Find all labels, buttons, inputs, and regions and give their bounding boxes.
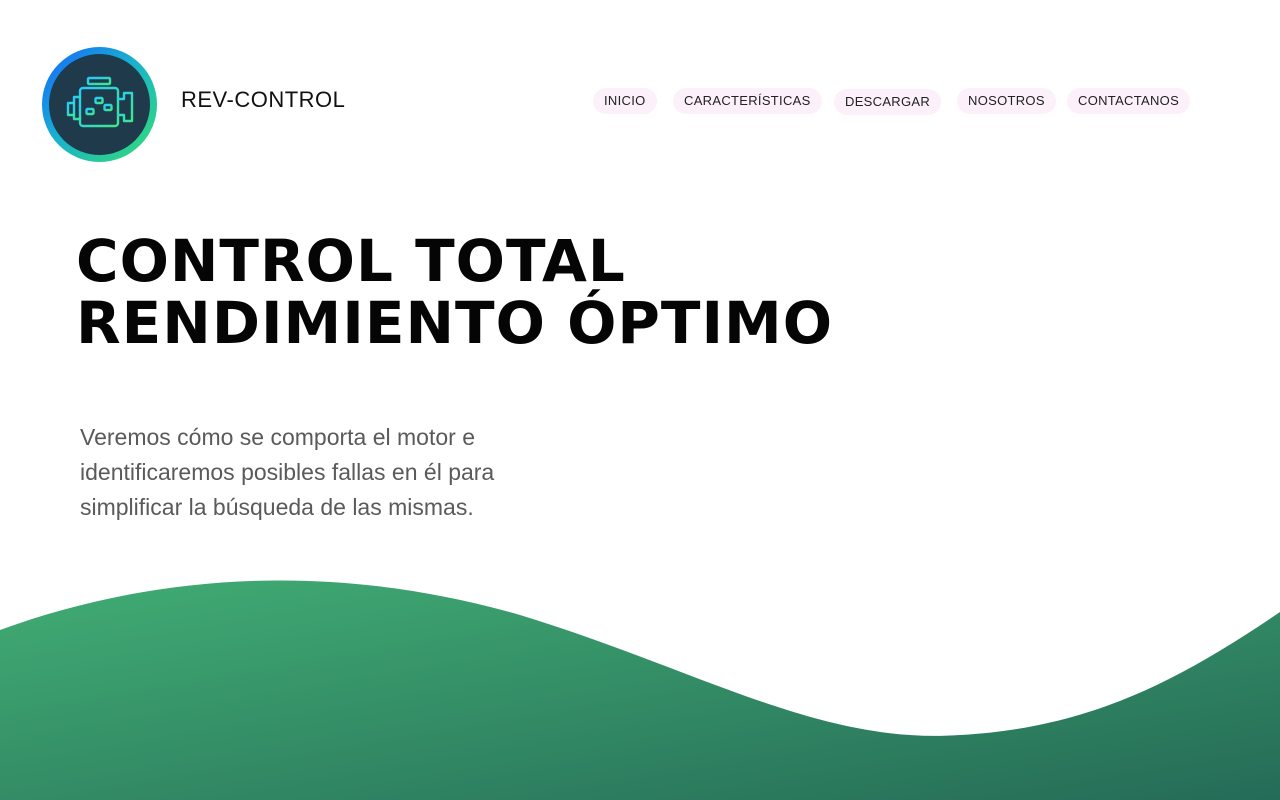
- hero-title-line-2: RENDIMIENTO ÓPTIMO: [76, 289, 834, 357]
- hero-title-line-1: CONTROL TOTAL: [76, 227, 626, 295]
- brand-name[interactable]: REV-CONTROL: [181, 87, 345, 113]
- hero-title: CONTROL TOTAL RENDIMIENTO ÓPTIMO: [76, 230, 833, 354]
- logo-badge: [49, 54, 150, 155]
- nav-inicio[interactable]: INICIO: [593, 88, 657, 114]
- decorative-wave: [0, 580, 1280, 800]
- nav-descargar[interactable]: DESCARGAR: [834, 89, 942, 115]
- logo[interactable]: [42, 47, 157, 162]
- hero-description: Veremos cómo se comporta el motor e iden…: [80, 424, 495, 520]
- nav-caracteristicas[interactable]: CARACTERÍSTICAS: [673, 88, 822, 114]
- nav-nosotros[interactable]: NOSOTROS: [957, 88, 1056, 114]
- engine-control-icon: [66, 76, 133, 127]
- nav-contactanos[interactable]: CONTACTANOS: [1067, 88, 1191, 114]
- landing-page: REV-CONTROL INICIO CARACTERÍSTICAS DESCA…: [0, 0, 1280, 800]
